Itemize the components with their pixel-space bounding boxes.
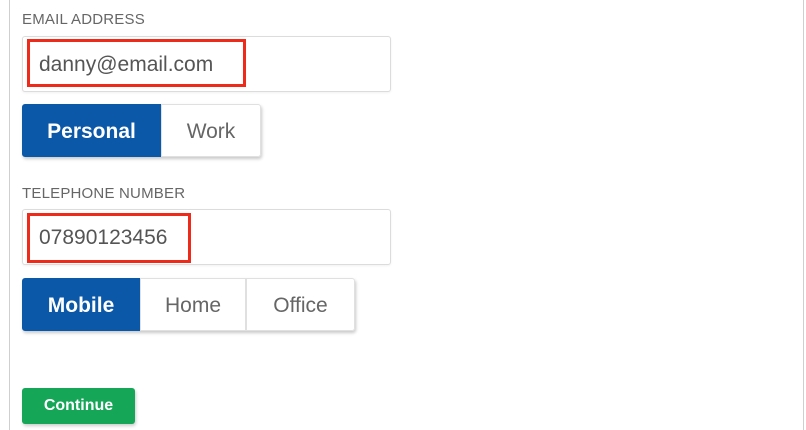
telephone-label: TELEPHONE NUMBER: [22, 185, 186, 202]
telephone-highlight: [27, 213, 191, 263]
telephone-type-home[interactable]: Home: [140, 278, 246, 331]
telephone-type-toggle: Mobile Home Office: [22, 278, 355, 331]
email-highlight: [27, 39, 246, 87]
continue-button[interactable]: Continue: [22, 388, 135, 424]
telephone-type-mobile[interactable]: Mobile: [22, 278, 140, 331]
email-type-personal[interactable]: Personal: [22, 104, 161, 157]
email-label: EMAIL ADDRESS: [22, 11, 145, 28]
email-type-toggle: Personal Work: [22, 104, 261, 157]
email-type-work[interactable]: Work: [161, 104, 261, 157]
telephone-type-office[interactable]: Office: [246, 278, 355, 331]
